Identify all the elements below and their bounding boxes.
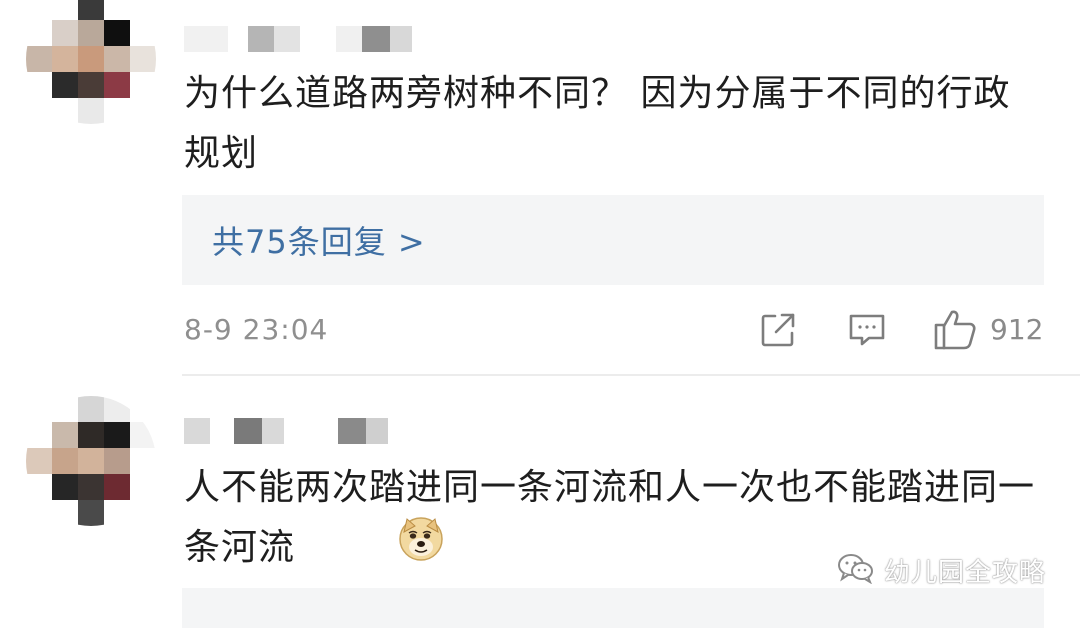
replies-panel[interactable]: 共75条回复 > [182,195,1044,285]
comment-text: 为什么道路两旁树种不同？ 因为分属于不同的行政规划 [184,73,1011,174]
avatar[interactable] [26,0,156,124]
share-icon[interactable] [758,310,798,354]
watermark: 幼儿园全攻略 [836,552,1046,588]
doge-emoji-icon [398,516,444,566]
replies-panel[interactable] [182,588,1044,628]
wechat-icon [836,552,876,588]
thumbs-up-icon[interactable] [932,306,978,356]
comment-item: 为什么道路两旁树种不同？ 因为分属于不同的行政规划 共75条回复 > 8-9 2… [0,0,1080,372]
watermark-text: 幼儿园全攻略 [884,557,1047,588]
view-replies-link[interactable]: 共75条回复 > [212,217,426,263]
comment-icon[interactable] [847,310,887,354]
username[interactable] [184,418,388,446]
comment-timestamp: 8-9 23:04 [184,313,329,346]
username[interactable] [184,26,412,54]
like-count: 912 [990,313,1044,346]
avatar[interactable] [26,396,156,526]
